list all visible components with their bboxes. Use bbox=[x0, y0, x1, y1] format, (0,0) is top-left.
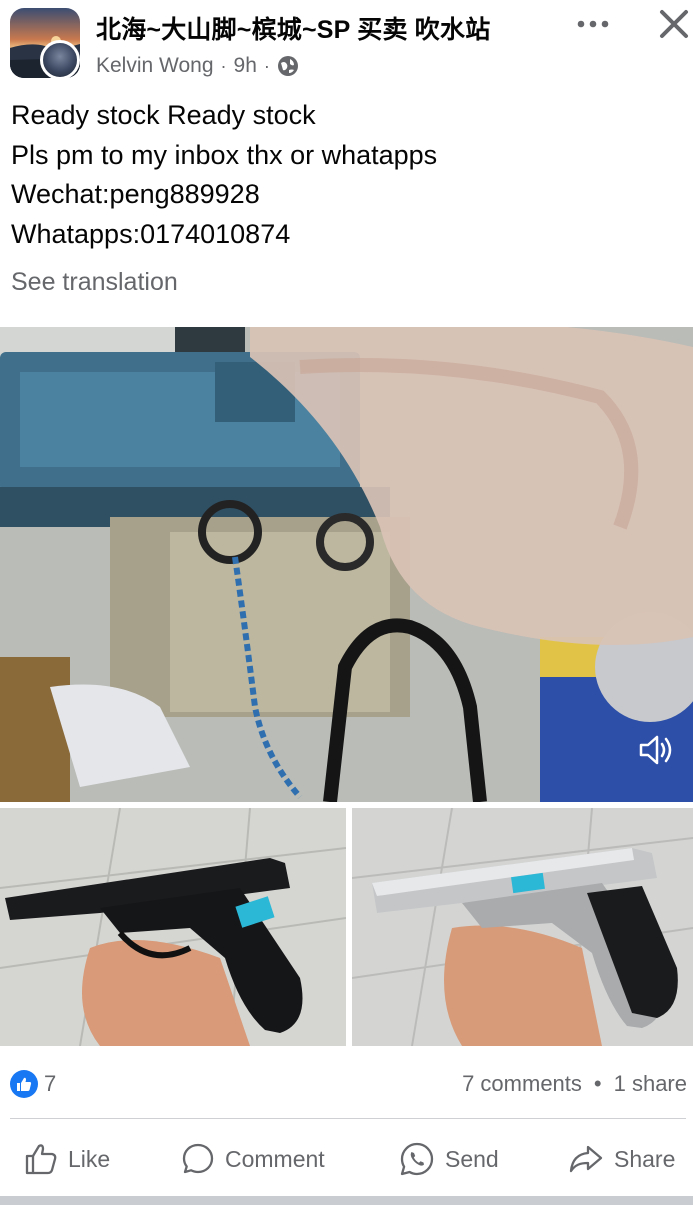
author-avatar[interactable] bbox=[40, 40, 80, 80]
whatsapp-icon bbox=[400, 1142, 434, 1176]
see-translation-link[interactable]: See translation bbox=[11, 268, 178, 297]
post-header: 北海~大山脚~槟城~SP 买卖 吹水站 Kelvin Wong · 9h · bbox=[0, 0, 693, 90]
group-avatar[interactable] bbox=[10, 8, 82, 80]
post-text-line: Whatapps:0174010874 bbox=[11, 218, 291, 249]
close-icon[interactable] bbox=[656, 6, 692, 42]
group-name[interactable]: 北海~大山脚~槟城~SP 买卖 吹水站 bbox=[96, 10, 490, 46]
thumbs-up-icon bbox=[25, 1144, 57, 1175]
send-label: Send bbox=[445, 1145, 499, 1172]
comment-count[interactable]: 7 comments bbox=[462, 1071, 582, 1097]
post-text-line: Ready stock Ready stock bbox=[11, 100, 316, 130]
share-label: Share bbox=[614, 1145, 676, 1172]
like-count[interactable]: 7 bbox=[44, 1071, 56, 1097]
comment-label: Comment bbox=[225, 1145, 325, 1172]
like-button[interactable]: Like bbox=[24, 1136, 110, 1182]
like-icon[interactable] bbox=[10, 1070, 38, 1098]
share-icon bbox=[569, 1145, 603, 1173]
stats-separator: • bbox=[593, 1071, 602, 1096]
meta-separator: · bbox=[220, 55, 227, 76]
meta-separator-2: · bbox=[263, 55, 270, 76]
black-pistol-photo[interactable] bbox=[0, 808, 346, 1046]
post-text-line: Pls pm to my inbox thx or whatapps bbox=[11, 139, 438, 170]
like-label: Like bbox=[68, 1145, 111, 1172]
post-body: Ready stock Ready stock Pls pm to my inb… bbox=[11, 96, 437, 254]
video-frame-image bbox=[0, 327, 693, 802]
post-time[interactable]: 9h bbox=[234, 54, 257, 78]
feed-separator bbox=[0, 1196, 693, 1205]
post-meta: Kelvin Wong · 9h · bbox=[96, 54, 299, 78]
silver-pistol-image bbox=[352, 808, 693, 1046]
engagement-counts: 7 comments • 1 share bbox=[462, 1071, 687, 1097]
black-pistol-image bbox=[0, 808, 346, 1046]
author-name[interactable]: Kelvin Wong bbox=[96, 54, 214, 78]
post-text-line: Wechat:peng889928 bbox=[11, 179, 260, 209]
more-options-icon[interactable] bbox=[575, 12, 611, 36]
divider bbox=[10, 1118, 686, 1119]
comment-button[interactable]: Comment bbox=[181, 1136, 325, 1182]
sound-icon[interactable] bbox=[636, 730, 676, 770]
globe-icon bbox=[277, 56, 298, 76]
send-button[interactable]: Send bbox=[399, 1136, 499, 1182]
silver-pistol-photo[interactable] bbox=[352, 808, 693, 1046]
video-frame[interactable] bbox=[0, 327, 693, 802]
share-button[interactable]: Share bbox=[568, 1136, 675, 1182]
comment-icon bbox=[182, 1143, 214, 1174]
share-count[interactable]: 1 share bbox=[614, 1071, 687, 1097]
